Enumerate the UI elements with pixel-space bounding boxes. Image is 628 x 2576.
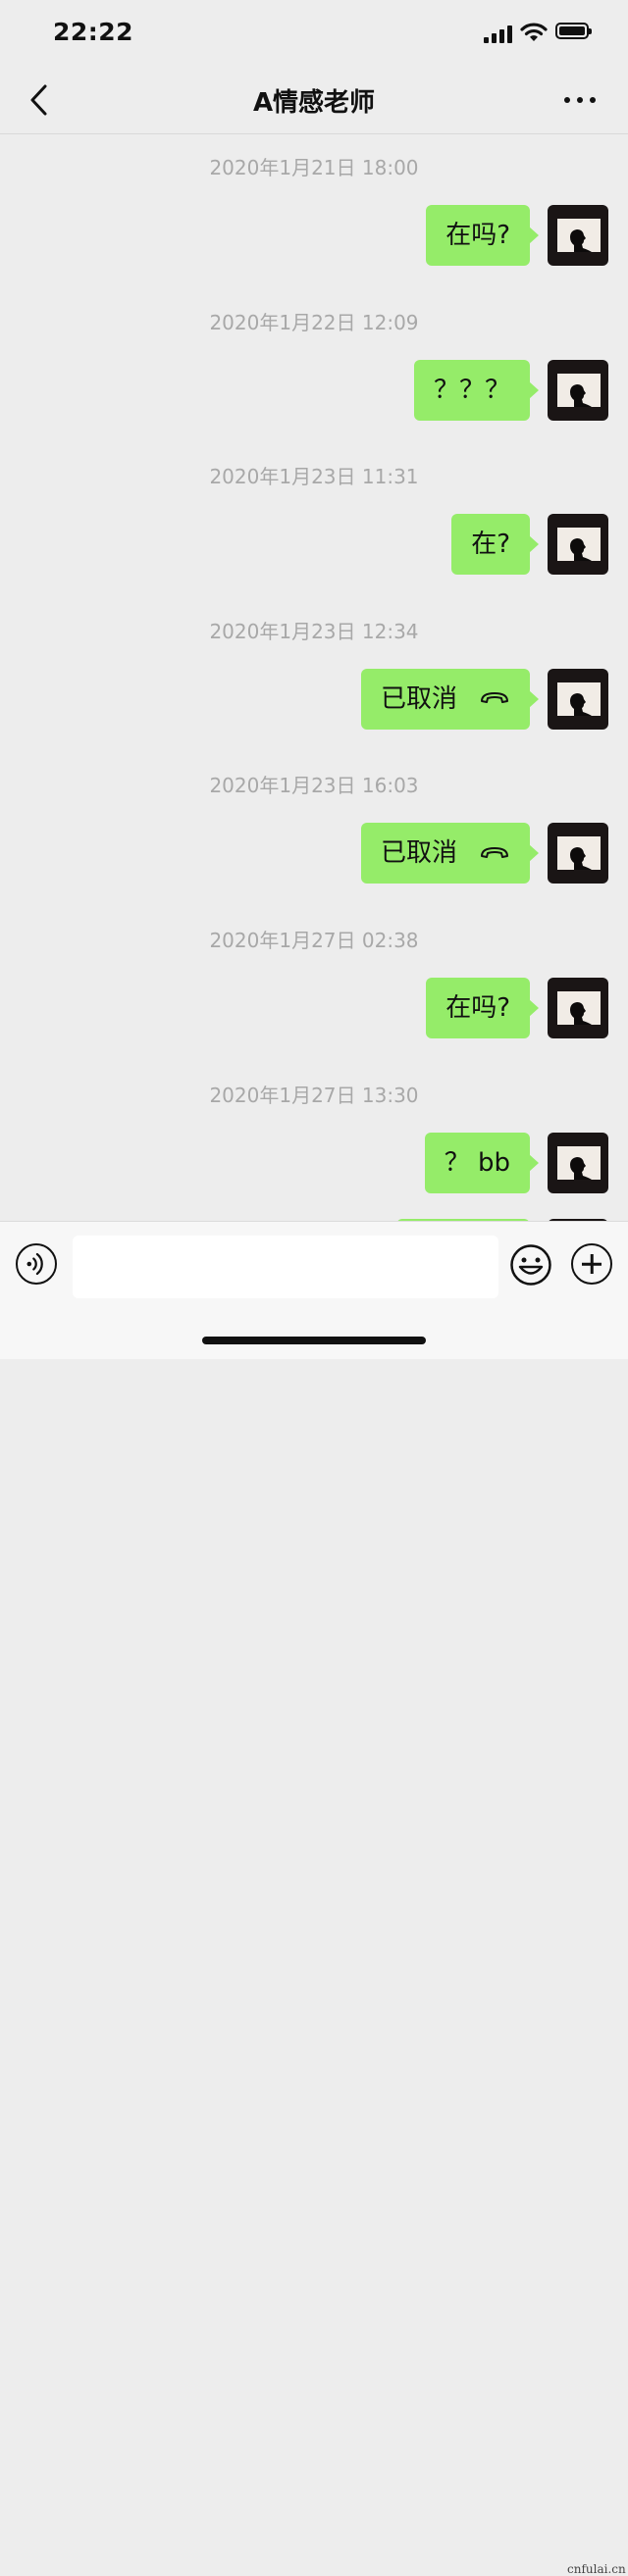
chat-area[interactable]: 2020年1月21日 18:00 在吗? 2020年1月22日 12:09 ？？？ 20… [0, 134, 628, 1221]
status-bar: 22:22 [0, 0, 628, 69]
avatar[interactable] [548, 359, 608, 421]
avatar[interactable] [548, 205, 608, 266]
message-input[interactable] [73, 1236, 498, 1298]
chat-title: A情感老师 [252, 88, 376, 118]
avatar[interactable] [548, 1132, 608, 1193]
message-timestamp: 2020年1月21日 18:00 [209, 156, 419, 179]
watermark: cnfulai.cn [567, 2562, 626, 2576]
message-bubble[interactable]: 已取消 [360, 668, 540, 730]
avatar[interactable] [548, 514, 608, 576]
message-timestamp: 2020年1月27日 13:30 [209, 1083, 419, 1107]
message-bubble[interactable]: 在吗? [426, 978, 539, 1038]
message-text: 已取消 [380, 683, 457, 714]
home-indicator [202, 1337, 426, 1344]
message-bubble[interactable]: ？？？ [413, 359, 540, 421]
avatar[interactable] [548, 823, 608, 884]
message-bubble[interactable]: 在吗? [426, 205, 539, 266]
avatar[interactable] [548, 978, 608, 1038]
message-text: ？ bb [444, 1147, 510, 1178]
message-bubble[interactable]: 在? [451, 514, 539, 576]
more-button[interactable] [559, 88, 601, 112]
message-timestamp: 2020年1月23日 16:03 [209, 774, 419, 798]
wifi-icon [520, 23, 548, 41]
message-timestamp: 2020年1月23日 11:31 [209, 465, 419, 489]
plus-icon[interactable] [571, 1243, 612, 1285]
message-timestamp: 2020年1月22日 12:09 [209, 310, 419, 334]
status-time: 22:22 [53, 18, 134, 46]
battery-icon [555, 23, 592, 39]
message-text: ？？？ [433, 375, 510, 405]
avatar[interactable] [548, 668, 608, 730]
message-text: 在吗? [445, 993, 510, 1023]
nav-bar: A情感老师 [0, 69, 628, 134]
message-timestamp: 2020年1月27日 02:38 [209, 929, 419, 952]
hang-up-icon [481, 846, 508, 858]
message-timestamp: 2020年1月23日 12:34 [209, 619, 419, 643]
message-text: 已取消 [380, 838, 457, 869]
hang-up-icon [481, 692, 508, 704]
message-text: 在吗? [445, 221, 510, 250]
message-bubble[interactable]: 已取消 [360, 823, 540, 884]
emoji-icon[interactable] [509, 1243, 552, 1287]
voice-icon[interactable] [16, 1243, 57, 1285]
message-text: 在? [471, 530, 510, 560]
message-bubble[interactable]: ？ bb [424, 1132, 540, 1193]
input-bar: cnfulai.cn [0, 1221, 628, 2576]
signal-icon [484, 25, 513, 43]
